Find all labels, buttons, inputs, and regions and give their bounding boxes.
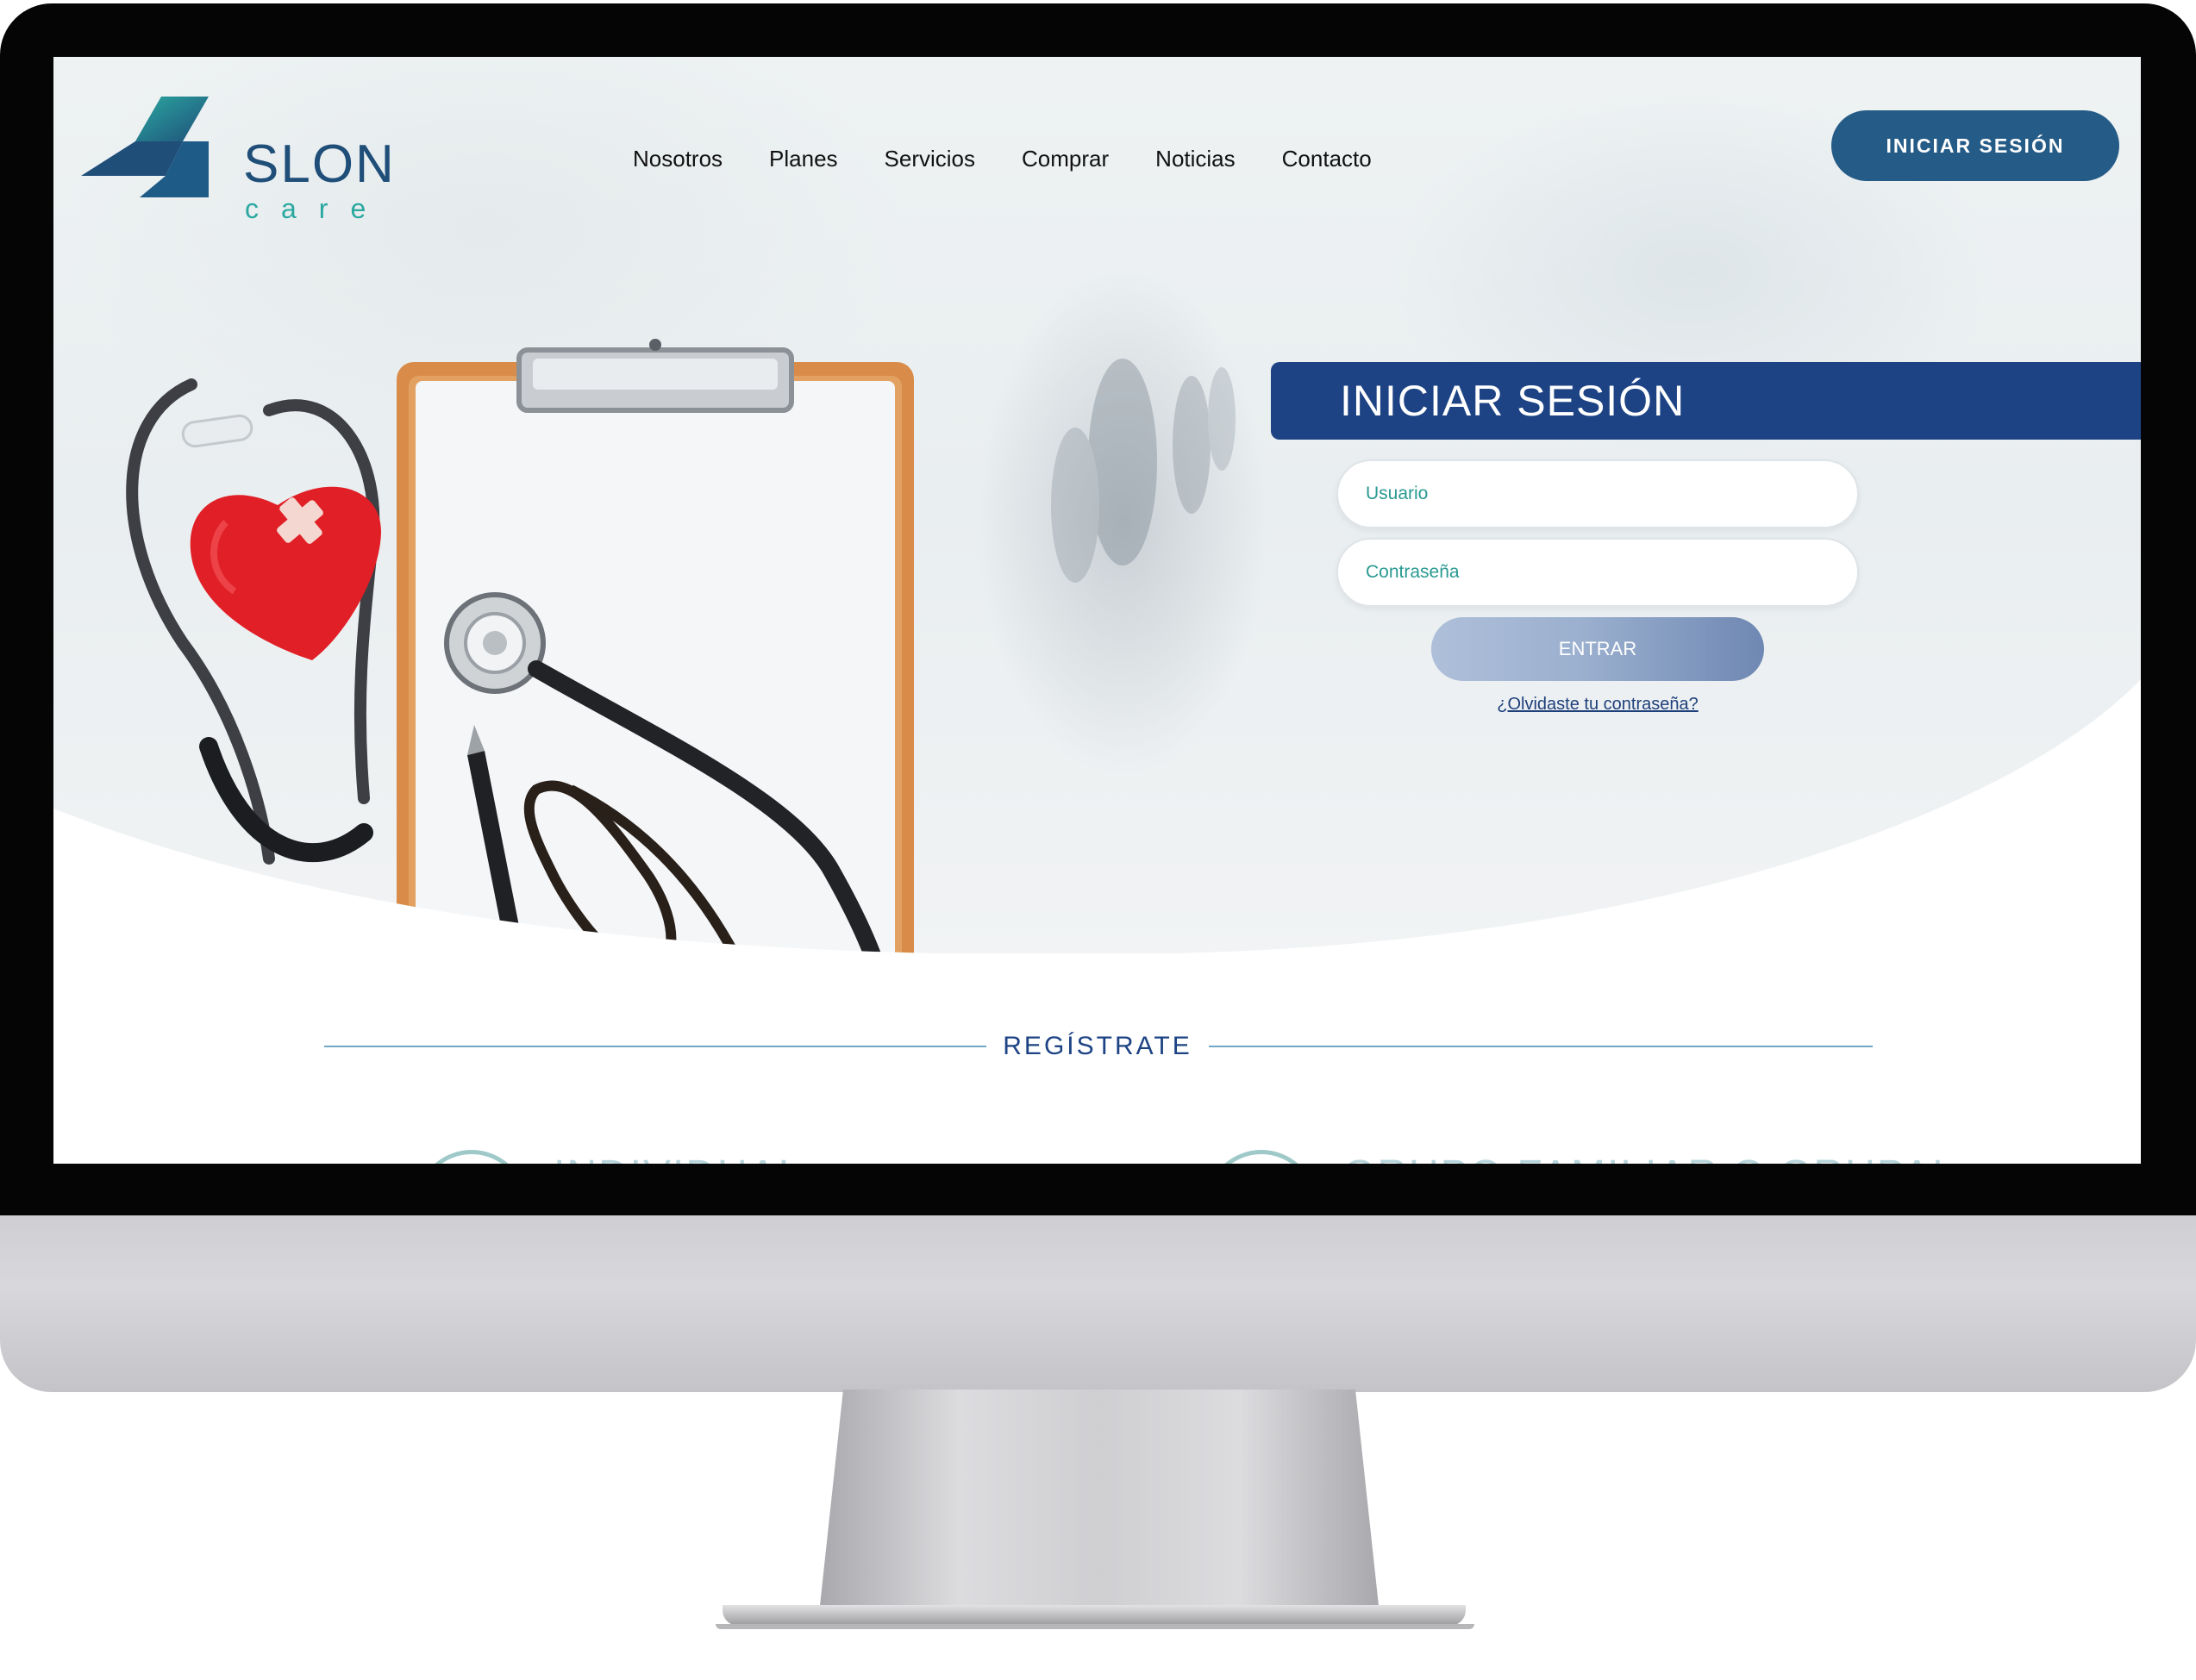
register-divider-right <box>1209 1046 1873 1047</box>
register-individual-label[interactable]: INDIVIDUAL <box>554 1150 803 1164</box>
monitor-stand-base <box>723 1605 1466 1626</box>
brand-logo[interactable]: SLON care <box>79 90 394 222</box>
nav-item-comprar[interactable]: Comprar <box>1022 133 1109 184</box>
brand-name: SLON <box>243 134 396 194</box>
login-banner: INICIAR SESIÓN <box>1271 362 2141 440</box>
nav-item-contacto[interactable]: Contacto <box>1282 133 1372 184</box>
username-input[interactable] <box>1336 459 1859 528</box>
register-group-label[interactable]: GRUPO FAMILIAR O GRUPAL <box>1343 1150 1957 1164</box>
nav-item-nosotros[interactable]: Nosotros <box>633 133 723 184</box>
slon-logo-icon <box>81 97 209 197</box>
password-input[interactable] <box>1336 538 1859 607</box>
nav-item-servicios[interactable]: Servicios <box>885 133 975 184</box>
monitor-stand-shadow <box>716 1624 1474 1629</box>
monitor-stand <box>819 1390 1380 1614</box>
header-login-button[interactable]: INICIAR SESIÓN <box>1831 110 2119 181</box>
register-individual-icon[interactable] <box>416 1150 528 1164</box>
brand-tagline: care <box>245 193 389 224</box>
register-title: REGÍSTRATE <box>1003 1032 1192 1060</box>
register-divider-left <box>324 1046 986 1047</box>
register-group-icon[interactable] <box>1205 1150 1317 1164</box>
main-nav: Nosotros Planes Servicios Comprar Notici… <box>633 133 1372 184</box>
monitor-chin <box>0 1215 2196 1392</box>
enter-button[interactable]: ENTRAR <box>1431 617 1764 681</box>
login-title: INICIAR SESIÓN <box>1340 377 1686 425</box>
nav-item-noticias[interactable]: Noticias <box>1155 133 1235 184</box>
nav-item-planes[interactable]: Planes <box>769 133 838 184</box>
forgot-password-link[interactable]: ¿Olvidaste tu contraseña? <box>1335 695 1861 715</box>
website-screen: SLON care Nosotros Planes Servicios Comp… <box>53 57 2141 1164</box>
